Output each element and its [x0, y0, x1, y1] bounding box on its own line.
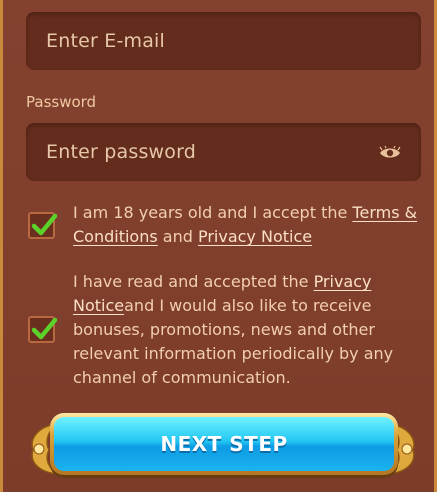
age-terms-checkbox[interactable]	[28, 212, 58, 239]
checkmark-icon	[31, 317, 58, 340]
password-placeholder: Enter password	[46, 141, 197, 163]
password-label: Password	[26, 93, 97, 111]
checkmark-icon	[31, 213, 58, 236]
age-terms-text: I am 18 years old and I accept the Terms…	[73, 201, 418, 249]
registration-panel: Enter E-mail Password Enter password I a…	[0, 0, 437, 492]
next-step-button[interactable]: NEXT STEP	[50, 413, 398, 475]
email-field[interactable]: Enter E-mail	[26, 12, 421, 70]
consent-text: I have read and accepted the	[73, 272, 314, 291]
next-step-area: NEXT STEP	[28, 410, 418, 480]
eye-icon[interactable]	[379, 145, 401, 159]
privacy-notice-link[interactable]: Privacy Notice	[198, 227, 312, 246]
next-step-label: NEXT STEP	[160, 432, 288, 456]
consent-text: I am 18 years old and I accept the	[73, 203, 353, 222]
consent-text: and	[157, 227, 198, 246]
marketing-consent-text: I have read and accepted the Privacy Not…	[73, 270, 418, 390]
marketing-consent-checkbox[interactable]	[28, 316, 58, 343]
email-placeholder: Enter E-mail	[46, 30, 166, 52]
password-field[interactable]: Enter password	[26, 123, 421, 181]
